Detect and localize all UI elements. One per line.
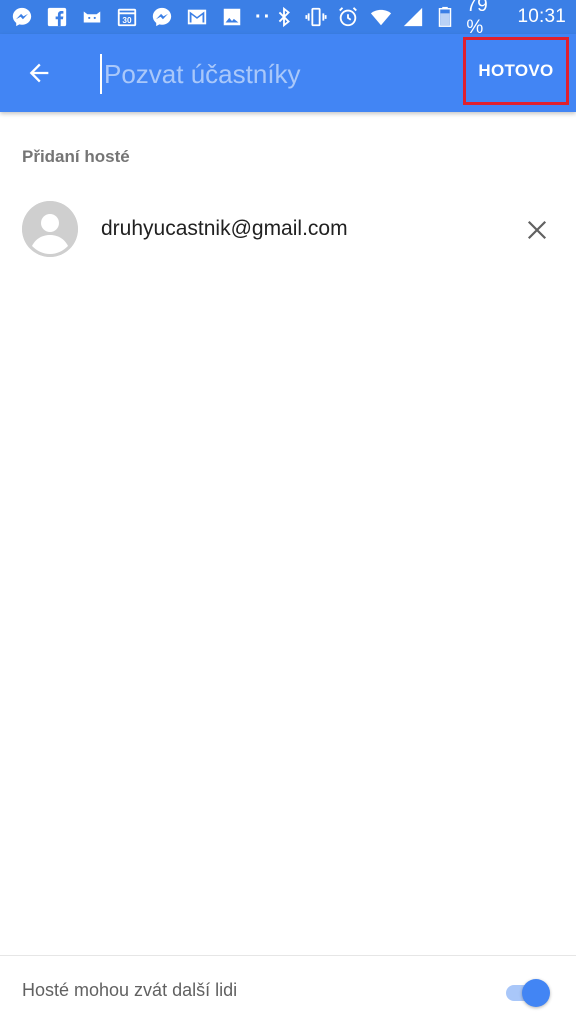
- gmail-icon: [185, 6, 209, 28]
- done-button[interactable]: HOTOVO: [463, 37, 569, 105]
- status-bar: 30 ·· 79 % 10:31: [0, 0, 576, 38]
- app-bar: HOTOVO: [0, 34, 576, 112]
- more-notifications-icon: ··: [255, 5, 273, 28]
- arrow-back-icon: [29, 63, 49, 83]
- wifi-icon: [369, 6, 391, 28]
- guest-list-item: druhyucastnik@gmail.com: [0, 195, 576, 265]
- bluetooth-icon: [272, 6, 294, 28]
- calendar-icon: 30: [115, 6, 139, 28]
- gallery-icon: [220, 6, 244, 28]
- guest-email: druhyucastnik@gmail.com: [101, 217, 348, 240]
- divider: [0, 955, 576, 956]
- guests-can-invite-label: Hosté mohou zvát další lidi: [22, 980, 238, 1000]
- added-guests-heading: Přidaní hosté: [22, 147, 130, 166]
- facebook-icon: [45, 6, 69, 28]
- clock: 10:31: [517, 6, 566, 27]
- back-button[interactable]: [18, 52, 60, 94]
- svg-text:30: 30: [122, 16, 132, 25]
- close-icon: [527, 220, 547, 240]
- messenger-icon: [150, 6, 174, 28]
- battery-icon: [434, 6, 456, 28]
- messenger-icon: [10, 6, 34, 28]
- remove-guest-button[interactable]: [520, 213, 554, 247]
- notification-icons: 30 ··: [10, 6, 272, 29]
- default-avatar-icon: [22, 201, 78, 257]
- guests-can-invite-toggle[interactable]: [504, 978, 550, 1007]
- invite-guests-screen: 30 ·· 79 % 10:31 Pozvat účastníky HOTOVO…: [0, 0, 576, 1024]
- alarm-icon: [337, 6, 359, 28]
- toggle-thumb: [522, 979, 550, 1007]
- signal-icon: [402, 6, 424, 28]
- vibrate-icon: [305, 6, 327, 28]
- invite-guests-input[interactable]: [100, 54, 440, 94]
- cat-app-icon: [80, 6, 104, 28]
